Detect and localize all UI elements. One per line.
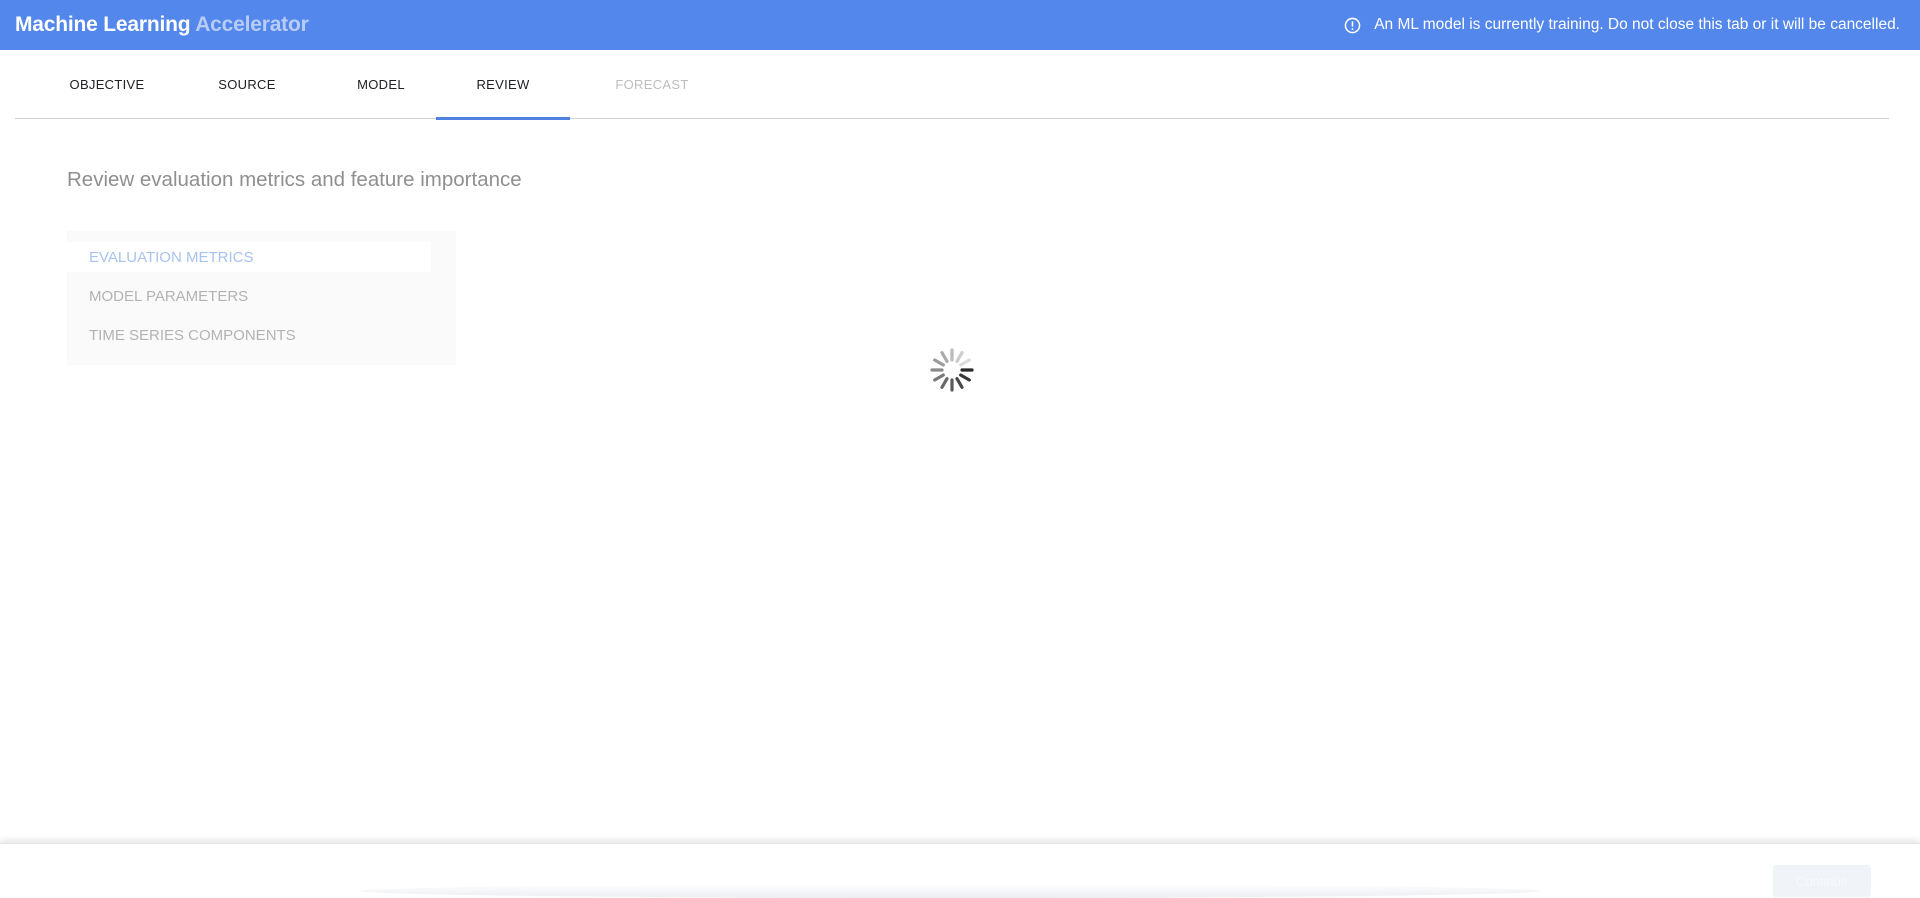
- spinner-spoke: [959, 358, 971, 367]
- tab-label: OBJECTIVE: [69, 76, 145, 92]
- tab-label: REVIEW: [476, 76, 530, 92]
- menu-item-label: TIME SERIES COMPONENTS: [89, 326, 296, 344]
- app-title-primary: Machine Learning: [15, 13, 191, 36]
- tab-objective[interactable]: OBJECTIVE: [50, 50, 164, 118]
- tab-label: MODEL: [357, 76, 405, 92]
- page-title: Review evaluation metrics and feature im…: [67, 168, 522, 191]
- training-notice: An ML model is currently training. Do no…: [1344, 0, 1900, 50]
- tab-label: FORECAST: [615, 76, 689, 92]
- footer-bar: Continue: [0, 843, 1920, 898]
- tab-forecast: FORECAST: [585, 50, 719, 118]
- menu-item-label: EVALUATION METRICS: [89, 248, 254, 266]
- menu-item-model-parameters[interactable]: MODEL PARAMETERS: [67, 281, 248, 311]
- menu-item-label: MODEL PARAMETERS: [89, 287, 249, 305]
- app-bar: Machine Learning Accelerator An ML model…: [0, 0, 1920, 50]
- exclamation-circle-icon: [1344, 17, 1361, 33]
- training-notice-text: An ML model is currently training. Do no…: [1374, 16, 1900, 33]
- spinner-spoke: [933, 358, 945, 367]
- spinner-spoke: [955, 351, 964, 363]
- menu-item-evaluation-metrics[interactable]: EVALUATION METRICS: [67, 242, 431, 272]
- tab-label: SOURCE: [218, 76, 276, 92]
- app-title: Machine Learning Accelerator: [15, 13, 309, 37]
- spinner-spoke: [933, 373, 945, 382]
- spinner-spoke: [959, 373, 971, 382]
- footer-shadow: [360, 884, 1540, 898]
- tab-source[interactable]: SOURCE: [187, 50, 307, 118]
- tab-review[interactable]: REVIEW: [436, 50, 570, 120]
- loading-spinner-icon: [930, 348, 974, 392]
- tab-model[interactable]: MODEL: [325, 50, 437, 118]
- continue-button[interactable]: Continue: [1773, 865, 1871, 897]
- step-tabs: OBJECTIVE SOURCE MODEL REVIEW FORECAST: [15, 50, 1889, 120]
- menu-item-time-series-components[interactable]: TIME SERIES COMPONENTS: [67, 320, 296, 350]
- spinner-spoke: [940, 377, 949, 389]
- review-side-menu: EVALUATION METRICS MODEL PARAMETERS TIME…: [67, 231, 456, 365]
- spinner-spoke: [940, 351, 949, 363]
- spinner-spoke: [955, 377, 964, 389]
- app-title-secondary: Accelerator: [195, 13, 309, 36]
